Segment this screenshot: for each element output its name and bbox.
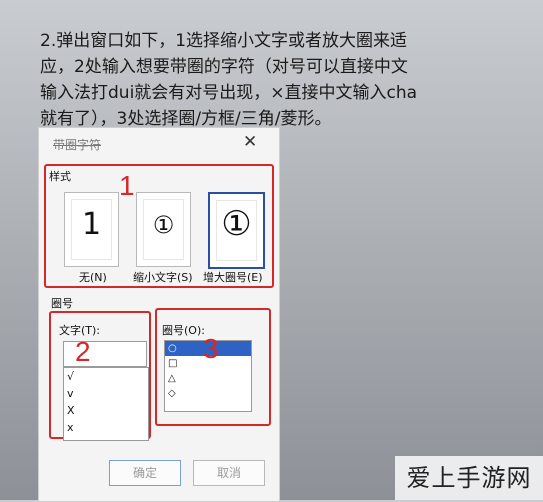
text-list[interactable]: √ v X x <box>63 367 149 441</box>
caption-text: 2.弹出窗口如下，1选择缩小文字或者放大圈来适 应，2处输入想要带圈的字符（对号… <box>40 28 510 132</box>
enclosure-item-triangle[interactable]: △ <box>165 371 251 386</box>
text-list-item[interactable]: √ <box>64 368 148 385</box>
caption-line-3: 输入法打dui就会有对号出现，×直接中文输入cha <box>40 83 418 103</box>
ok-button[interactable]: 确定 <box>109 460 181 486</box>
text-list-item[interactable]: X <box>64 402 148 419</box>
enclose-characters-dialog: 带圈字符 ✕ 样式 1 1 ① ① 无(N) 缩小文字(S) 增大圈号(E) 圈… <box>38 127 280 502</box>
caption-line-1: 2.弹出窗口如下，1选择缩小文字或者放大圈来适 <box>40 31 408 51</box>
style-option-enlarge-symbol[interactable]: ① <box>208 192 265 269</box>
style-glyph-enlarge-symbol: ① <box>221 204 252 244</box>
enclosure-label: 圈号(O): <box>162 324 205 337</box>
annotation-number-3: 3 <box>203 333 219 364</box>
dialog-title: 带圈字符 <box>53 138 102 152</box>
style-label-none[interactable]: 无(N) <box>79 269 107 285</box>
text-list-item[interactable]: v <box>64 385 148 402</box>
style-option-none[interactable]: 1 <box>64 192 119 267</box>
style-option-shrink-text[interactable]: ① <box>136 192 191 267</box>
style-label-shrink-text[interactable]: 缩小文字(S) <box>133 269 193 285</box>
enclosure-item-diamond[interactable]: ◇ <box>165 386 251 401</box>
annotation-number-2: 2 <box>75 336 91 367</box>
circle-group-label: 圈号 <box>51 297 73 310</box>
close-icon[interactable]: ✕ <box>243 132 257 152</box>
style-glyph-none: 1 <box>81 207 102 242</box>
caption-line-2: 应，2处输入想要带圈的字符（对号可以直接中文 <box>40 57 408 77</box>
style-label-enlarge-symbol[interactable]: 增大圈号(E) <box>203 269 263 285</box>
cancel-button[interactable]: 取消 <box>193 460 265 486</box>
site-watermark: 爱上手游网 <box>395 456 543 500</box>
text-list-item[interactable]: x <box>64 419 148 436</box>
style-glyph-shrink-text: ① <box>152 211 175 239</box>
annotation-number-1: 1 <box>119 170 135 201</box>
